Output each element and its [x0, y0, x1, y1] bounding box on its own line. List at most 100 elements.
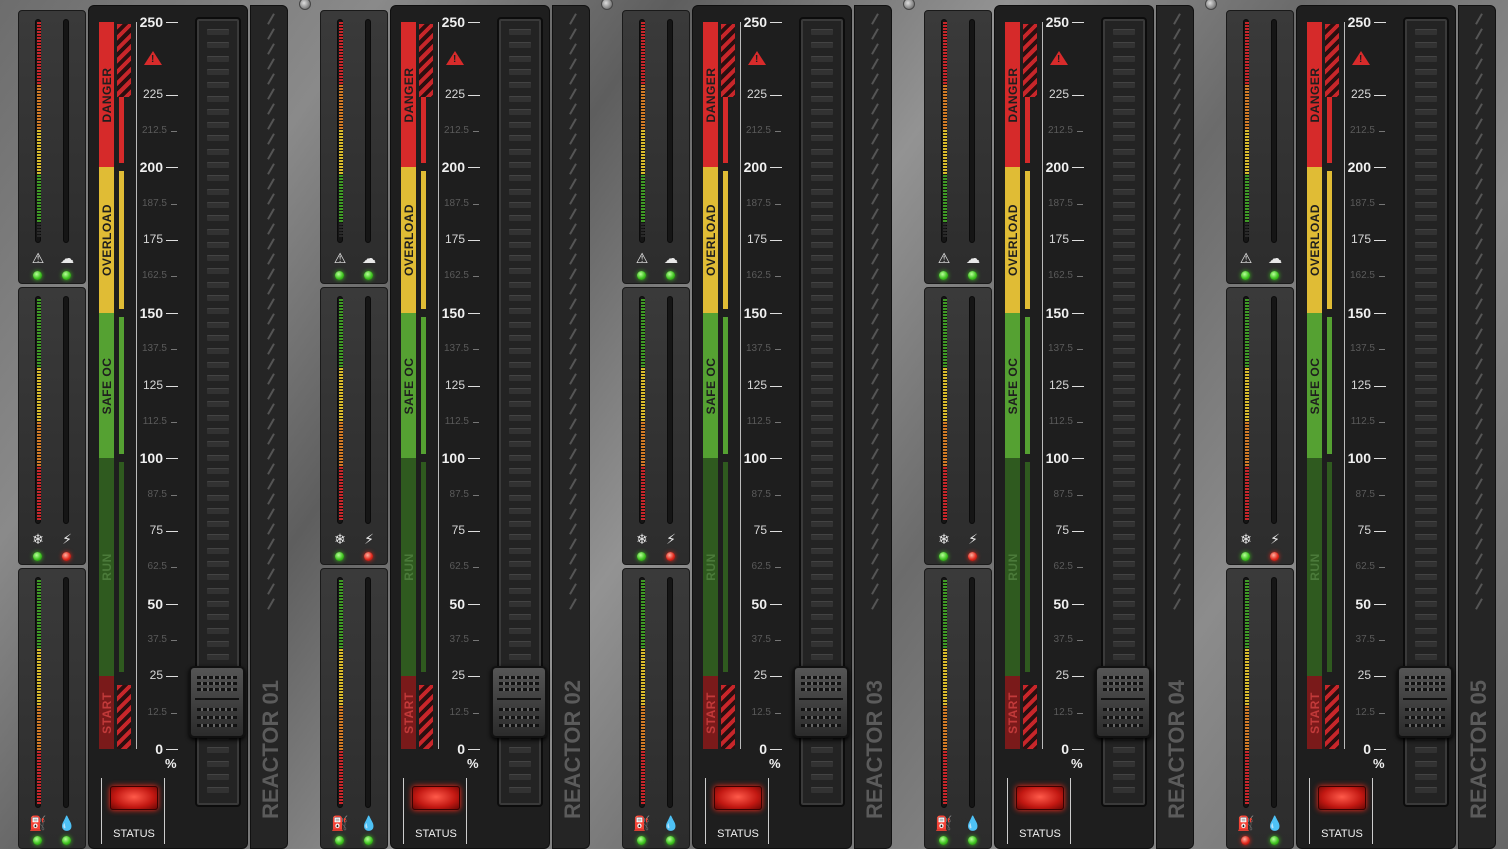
setpoint-slider-thumb[interactable] — [1095, 666, 1151, 739]
track-rung — [1415, 414, 1437, 421]
strip-stripe — [871, 373, 879, 385]
track-rung — [207, 55, 229, 62]
meter-segment — [641, 494, 645, 496]
track-rung — [509, 255, 531, 262]
meter-segment — [339, 341, 343, 343]
major-tick — [1072, 676, 1084, 678]
meter-segment — [943, 190, 947, 192]
meter-segment — [943, 223, 947, 225]
meter-segment — [1245, 302, 1249, 304]
level-meter — [1271, 296, 1277, 524]
meter-segment — [339, 160, 343, 162]
meter-segment — [1245, 691, 1249, 693]
meter-segment — [339, 757, 343, 759]
meter-segment — [339, 28, 343, 30]
track-rung — [811, 361, 833, 368]
meter-segment — [943, 416, 947, 418]
meter-segment — [943, 166, 947, 168]
meter-segment — [641, 109, 645, 111]
indicator-led-green — [364, 271, 373, 280]
meter-segment — [339, 347, 343, 349]
track-rung — [811, 281, 833, 288]
meter-segment — [943, 649, 947, 651]
meter-segment — [943, 392, 947, 394]
meter-segment — [37, 601, 41, 603]
meter-segment — [37, 220, 41, 222]
meter-segment — [37, 407, 41, 409]
strip-stripe — [569, 13, 577, 25]
meter-segment — [37, 476, 41, 478]
meter-segment — [1245, 458, 1249, 460]
meter-segment — [943, 154, 947, 156]
track-rung — [811, 454, 833, 461]
meter-segment — [943, 703, 947, 705]
setpoint-slider-thumb[interactable] — [491, 666, 547, 739]
meter-segment — [339, 314, 343, 316]
indicator-led-red — [968, 552, 977, 561]
meter-segment — [1245, 467, 1249, 469]
setpoint-slider-thumb[interactable] — [189, 666, 245, 739]
indicator-led-green — [335, 271, 344, 280]
meter-segment — [37, 214, 41, 216]
meter-segment — [1245, 121, 1249, 123]
level-meter — [35, 19, 41, 243]
zone-sidebar — [723, 171, 728, 309]
track-rung — [1415, 29, 1437, 35]
track-rung — [207, 215, 229, 222]
meter-segment — [37, 787, 41, 789]
meter-segment — [641, 601, 645, 603]
minor-tick-label: 212.5 — [443, 125, 469, 137]
meter-segment — [339, 338, 343, 340]
meter-segment — [943, 745, 947, 747]
meter-segment — [1245, 49, 1249, 51]
minor-tick-label: 12.5 — [1053, 706, 1073, 718]
meter-segment — [37, 772, 41, 774]
track-rung — [207, 188, 229, 195]
level-meter — [337, 296, 343, 524]
meter-segment — [37, 422, 41, 424]
track-rung — [1415, 215, 1437, 222]
setpoint-slider-thumb[interactable] — [1397, 666, 1453, 739]
indicator-led-green — [335, 552, 344, 561]
meter-segment — [943, 169, 947, 171]
meter-segment — [943, 802, 947, 804]
meter-segment — [339, 37, 343, 39]
track-rung — [811, 188, 833, 195]
meter-segment — [339, 94, 343, 96]
meter-segment — [943, 157, 947, 159]
meter-segment — [641, 694, 645, 696]
meter-segment — [1245, 697, 1249, 699]
meter-segment — [943, 145, 947, 147]
meter-segment — [641, 100, 645, 102]
meter-segment — [37, 613, 41, 615]
cloud-icon: ☁ — [664, 251, 678, 267]
meter-segment — [1245, 217, 1249, 219]
meter-segment — [641, 625, 645, 627]
sensor-gauge-cell: ❄ ⚡ — [924, 287, 992, 565]
meter-segment — [641, 706, 645, 708]
zone-sidebar — [421, 316, 426, 455]
meter-segment — [641, 458, 645, 460]
status-lamp — [412, 786, 460, 810]
meter-segment — [339, 133, 343, 135]
strip-stripe — [1475, 223, 1483, 235]
meter-segment — [1245, 154, 1249, 156]
thumb-bar — [799, 698, 843, 701]
meter-segment — [339, 58, 343, 60]
meter-segment — [943, 67, 947, 69]
meter-segment — [943, 515, 947, 517]
start-hatch — [117, 685, 131, 749]
meter-segment — [37, 46, 41, 48]
minor-tick — [775, 349, 781, 351]
meter-segment — [37, 703, 41, 705]
meter-segment — [943, 404, 947, 406]
minor-tick — [775, 567, 781, 569]
track-rung — [811, 122, 833, 129]
track-rung — [509, 600, 531, 607]
meter-segment — [943, 760, 947, 762]
meter-segment — [1245, 347, 1249, 349]
minor-tick-label: 87.5 — [147, 488, 167, 500]
meter-segment — [37, 610, 41, 612]
meter-segment — [641, 350, 645, 352]
setpoint-slider-thumb[interactable] — [793, 666, 849, 739]
